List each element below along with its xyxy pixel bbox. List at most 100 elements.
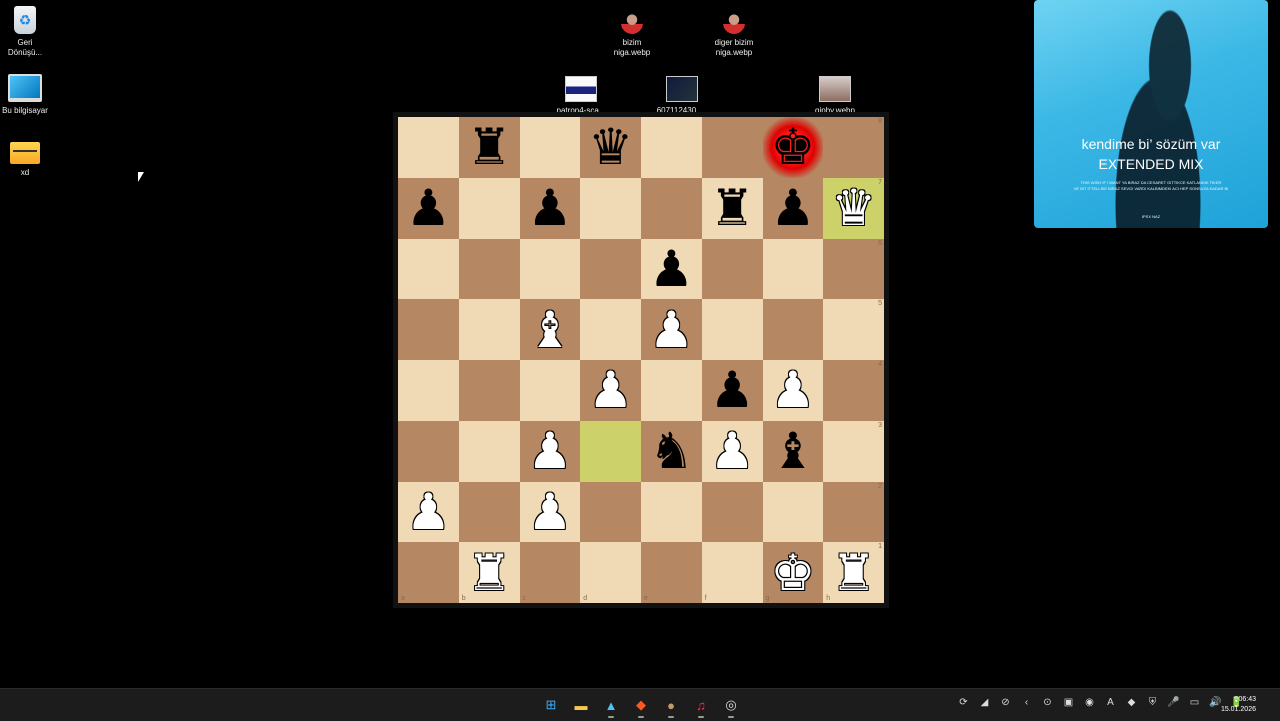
square-a3[interactable] bbox=[398, 420, 459, 482]
square-g8[interactable]: ♚ bbox=[762, 117, 824, 178]
square-a7[interactable]: ♟ bbox=[398, 177, 459, 239]
white-king-icon[interactable]: ♚ bbox=[770, 548, 815, 598]
square-e6[interactable]: ♟ bbox=[641, 238, 702, 300]
square-f5[interactable] bbox=[701, 299, 763, 360]
square-e5[interactable]: ♟ bbox=[641, 299, 702, 360]
tray-icon[interactable]: ◢ bbox=[977, 697, 992, 708]
white-rook-icon[interactable]: ♜ bbox=[831, 548, 876, 598]
square-a6[interactable] bbox=[398, 238, 459, 300]
white-queen-icon[interactable]: ♛ bbox=[831, 183, 876, 233]
square-g6[interactable] bbox=[762, 238, 824, 300]
square-h8[interactable]: 8 bbox=[823, 117, 884, 178]
square-a2[interactable]: ♟ bbox=[398, 481, 459, 543]
square-c8[interactable] bbox=[519, 117, 581, 178]
black-bishop-icon[interactable]: ♝ bbox=[770, 426, 815, 476]
tray-icon[interactable]: ⟳ bbox=[956, 697, 971, 708]
square-e3[interactable]: ♞ bbox=[641, 420, 702, 482]
square-d3[interactable] bbox=[580, 420, 641, 482]
square-h7[interactable]: ♛ 7 bbox=[823, 177, 884, 239]
square-e4[interactable] bbox=[641, 360, 702, 421]
square-b7[interactable] bbox=[458, 177, 520, 239]
square-c7[interactable]: ♟ bbox=[519, 177, 581, 239]
black-pawn-icon[interactable]: ♟ bbox=[710, 365, 755, 415]
tray-icon[interactable]: A bbox=[1103, 697, 1118, 708]
square-c5[interactable]: ♝ bbox=[519, 299, 581, 360]
black-pawn-icon[interactable]: ♟ bbox=[406, 183, 451, 233]
tray-icon[interactable]: 🎤 bbox=[1166, 697, 1181, 708]
taskbar-clock[interactable]: 06:43 15.01.2026 bbox=[1221, 695, 1256, 715]
square-c6[interactable] bbox=[519, 238, 581, 300]
white-pawn-icon[interactable]: ♟ bbox=[406, 487, 451, 537]
square-d5[interactable] bbox=[580, 299, 641, 360]
desktop-icon-recycle-bin[interactable]: ♻ Geri Dönüşü... bbox=[0, 6, 60, 58]
square-e8[interactable] bbox=[641, 117, 702, 178]
square-a5[interactable] bbox=[398, 299, 459, 360]
square-g2[interactable] bbox=[762, 481, 824, 543]
black-rook-icon[interactable]: ♜ bbox=[710, 183, 755, 233]
white-bishop-icon[interactable]: ♝ bbox=[527, 305, 572, 355]
white-pawn-icon[interactable]: ♟ bbox=[649, 305, 694, 355]
square-g5[interactable] bbox=[762, 299, 824, 360]
square-c1[interactable]: c bbox=[519, 542, 581, 603]
square-b4[interactable] bbox=[458, 360, 520, 421]
square-a1[interactable]: a bbox=[398, 542, 459, 603]
white-pawn-icon[interactable]: ♟ bbox=[770, 365, 815, 415]
music-icon[interactable]: ♫ bbox=[690, 695, 712, 718]
tray-icon[interactable]: ◆ bbox=[1124, 697, 1139, 708]
black-pawn-icon[interactable]: ♟ bbox=[649, 244, 694, 294]
square-h4[interactable]: 4 bbox=[823, 360, 884, 421]
square-g1[interactable]: ♚ g bbox=[762, 542, 824, 603]
tray-icon[interactable]: ‹ bbox=[1019, 697, 1034, 708]
white-pawn-icon[interactable]: ♟ bbox=[527, 426, 572, 476]
square-f4[interactable]: ♟ bbox=[701, 360, 763, 421]
tray-icon[interactable]: ◉ bbox=[1082, 697, 1097, 708]
chess-board[interactable]: ♜ ♛ ♚ 8 ♟ ♟ ♜ ♟ ♛ 7 ♟ 6 ♝ ♟ 5 ♟ ♟ ♟ 4 ♟ ♞ ♟ ♝ 3 ♟ ♟ 2 a ♜ b c d e f ♚ g ♜ 1 h bbox=[398, 117, 884, 603]
tray-icon[interactable]: ⊙ bbox=[1040, 697, 1055, 708]
square-b8[interactable]: ♜ bbox=[458, 117, 520, 178]
square-a4[interactable] bbox=[398, 360, 459, 421]
obs-icon[interactable]: ◎ bbox=[720, 695, 742, 718]
white-pawn-icon[interactable]: ♟ bbox=[527, 487, 572, 537]
desktop-icon-patron4[interactable]: patron4-sca... bbox=[546, 76, 616, 116]
black-queen-icon[interactable]: ♛ bbox=[588, 122, 633, 172]
desktop-icon-bizim-niga[interactable]: bizim niga.webp bbox=[597, 12, 667, 58]
desktop-icon-607112430[interactable]: 607112430_... bbox=[647, 76, 717, 116]
square-d1[interactable]: d bbox=[580, 542, 641, 603]
square-g7[interactable]: ♟ bbox=[762, 177, 824, 239]
square-e7[interactable] bbox=[641, 177, 702, 239]
square-g3[interactable]: ♝ bbox=[762, 420, 824, 482]
brave-browser-icon[interactable]: ◆ bbox=[630, 695, 652, 718]
desktop-icon-this-pc[interactable]: Bu bilgisayar bbox=[0, 74, 60, 116]
start-button[interactable]: ⊞ bbox=[540, 695, 562, 715]
black-king-icon[interactable]: ♚ bbox=[770, 122, 815, 172]
square-h1[interactable]: ♜ 1 h bbox=[823, 542, 884, 603]
square-g4[interactable]: ♟ bbox=[762, 360, 824, 421]
square-f2[interactable] bbox=[701, 481, 763, 543]
tray-icon[interactable]: ⛨ bbox=[1145, 697, 1160, 708]
square-h2[interactable]: 2 bbox=[823, 481, 884, 543]
square-b2[interactable] bbox=[458, 481, 520, 543]
file-explorer-icon[interactable]: ▬ bbox=[570, 695, 592, 715]
black-knight-icon[interactable]: ♞ bbox=[649, 426, 694, 476]
square-b3[interactable] bbox=[458, 420, 520, 482]
desktop-icon-folder-xd[interactable]: xd bbox=[0, 142, 60, 178]
desktop-icon-giphy[interactable]: giphy.webp bbox=[800, 76, 870, 116]
square-d2[interactable] bbox=[580, 481, 641, 543]
square-f1[interactable]: f bbox=[701, 542, 763, 603]
square-b5[interactable] bbox=[458, 299, 520, 360]
square-c2[interactable]: ♟ bbox=[519, 481, 581, 543]
media-now-playing-card[interactable]: kendime bi’ sözüm var EXTENDED MIX THIS … bbox=[1034, 0, 1268, 228]
black-pawn-icon[interactable]: ♟ bbox=[770, 183, 815, 233]
square-d7[interactable] bbox=[580, 177, 641, 239]
desktop-icon-diger-bizim-niga[interactable]: diger bizim niga.webp bbox=[699, 12, 769, 58]
square-d6[interactable] bbox=[580, 238, 641, 300]
white-rook-icon[interactable]: ♜ bbox=[467, 548, 512, 598]
black-pawn-icon[interactable]: ♟ bbox=[527, 183, 572, 233]
white-pawn-icon[interactable]: ♟ bbox=[588, 365, 633, 415]
chess-board-window[interactable]: ♜ ♛ ♚ 8 ♟ ♟ ♜ ♟ ♛ 7 ♟ 6 ♝ ♟ 5 ♟ ♟ ♟ 4 ♟ ♞ ♟ ♝ 3 ♟ ♟ 2 a ♜ b c d e f ♚ g ♜ 1 h bbox=[393, 112, 889, 608]
game-icon[interactable]: ● bbox=[660, 695, 682, 718]
square-e2[interactable] bbox=[641, 481, 702, 543]
square-a8[interactable] bbox=[398, 117, 459, 178]
square-e1[interactable]: e bbox=[641, 542, 702, 603]
square-f3[interactable]: ♟ bbox=[701, 420, 763, 482]
